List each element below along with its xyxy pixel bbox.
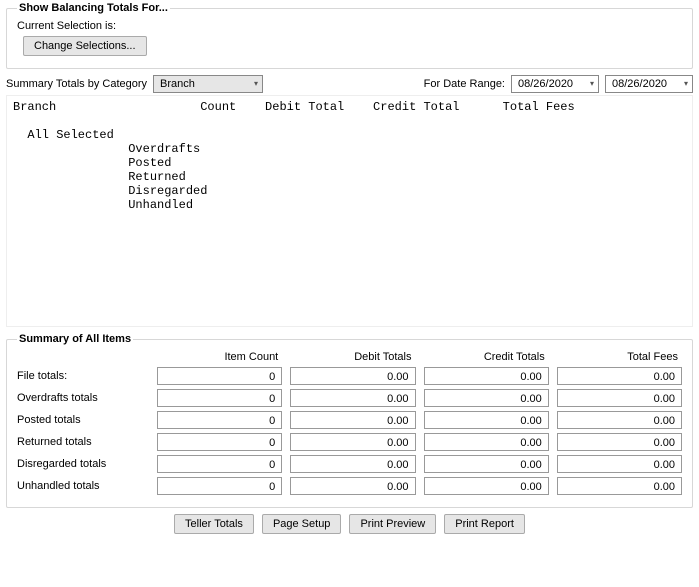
report-header: Branch Count Debit Total Credit Total To…: [13, 100, 575, 114]
report-line: Unhandled: [13, 198, 193, 212]
summary-value: 0.00: [557, 389, 682, 407]
summary-row-label: Returned totals: [17, 436, 149, 448]
summary-of-all-items-group: Summary of All Items Item Count Debit To…: [6, 333, 693, 508]
summary-row-label: Posted totals: [17, 414, 149, 426]
report-line: Posted: [13, 156, 171, 170]
summary-value: 0.00: [557, 367, 682, 385]
summary-value: 0: [157, 477, 282, 495]
summary-value: 0.00: [424, 411, 549, 429]
chevron-down-icon: ▾: [590, 80, 594, 88]
report-line: Overdrafts: [13, 142, 200, 156]
summary-row-label: File totals:: [17, 370, 149, 382]
summary-totals-by-category-label: Summary Totals by Category: [6, 78, 147, 90]
for-date-range-label: For Date Range:: [424, 78, 505, 90]
summary-grid: Item Count Debit Totals Credit Totals To…: [17, 351, 682, 495]
summary-value: 0.00: [557, 411, 682, 429]
chevron-down-icon: ▾: [684, 80, 688, 88]
summary-row-label: Unhandled totals: [17, 480, 149, 492]
print-report-button[interactable]: Print Report: [444, 514, 525, 534]
report-line: Disregarded: [13, 184, 207, 198]
summary-value: 0.00: [290, 367, 415, 385]
summary-value: 0: [157, 367, 282, 385]
bottom-button-bar: Teller Totals Page Setup Print Preview P…: [6, 514, 693, 534]
summary-value: 0.00: [290, 455, 415, 473]
summary-value: 0: [157, 433, 282, 451]
change-selections-button[interactable]: Change Selections...: [23, 36, 147, 56]
summary-header-credit-totals: Credit Totals: [424, 351, 549, 363]
summary-value: 0.00: [424, 367, 549, 385]
show-balancing-totals-group: Show Balancing Totals For... Current Sel…: [6, 2, 693, 69]
summary-value: 0.00: [557, 433, 682, 451]
summary-value: 0: [157, 389, 282, 407]
summary-value: 0.00: [290, 433, 415, 451]
summary-value: 0.00: [290, 389, 415, 407]
summary-value: 0.00: [424, 455, 549, 473]
summary-value: 0.00: [424, 389, 549, 407]
category-combo[interactable]: Branch ▾: [153, 75, 263, 93]
summary-value: 0.00: [424, 433, 549, 451]
date-to-picker[interactable]: 08/26/2020 ▾: [605, 75, 693, 93]
summary-header-total-fees: Total Fees: [557, 351, 682, 363]
summary-value: 0: [157, 455, 282, 473]
summary-value: 0.00: [424, 477, 549, 495]
page-setup-button[interactable]: Page Setup: [262, 514, 342, 534]
chevron-down-icon: ▾: [254, 80, 258, 88]
filter-row: Summary Totals by Category Branch ▾ For …: [6, 75, 693, 93]
summary-value: 0: [157, 411, 282, 429]
report-area[interactable]: Branch Count Debit Total Credit Total To…: [6, 95, 693, 327]
report-all-selected: All Selected: [13, 128, 114, 142]
date-from-value: 08/26/2020: [518, 78, 573, 90]
date-from-picker[interactable]: 08/26/2020 ▾: [511, 75, 599, 93]
summary-row-label: Disregarded totals: [17, 458, 149, 470]
report-area-wrap: Branch Count Debit Total Credit Total To…: [6, 95, 693, 327]
summary-header-item-count: Item Count: [157, 351, 282, 363]
summary-value: 0.00: [557, 455, 682, 473]
current-selection-label: Current Selection is:: [17, 20, 116, 32]
print-preview-button[interactable]: Print Preview: [349, 514, 436, 534]
date-to-value: 08/26/2020: [612, 78, 667, 90]
show-balancing-totals-legend: Show Balancing Totals For...: [17, 2, 170, 14]
category-combo-value: Branch: [160, 78, 195, 90]
summary-row-label: Overdrafts totals: [17, 392, 149, 404]
report-line: Returned: [13, 170, 186, 184]
summary-value: 0.00: [557, 477, 682, 495]
teller-totals-button[interactable]: Teller Totals: [174, 514, 254, 534]
summary-value: 0.00: [290, 411, 415, 429]
summary-of-all-items-legend: Summary of All Items: [17, 333, 133, 345]
summary-header-debit-totals: Debit Totals: [290, 351, 415, 363]
summary-value: 0.00: [290, 477, 415, 495]
